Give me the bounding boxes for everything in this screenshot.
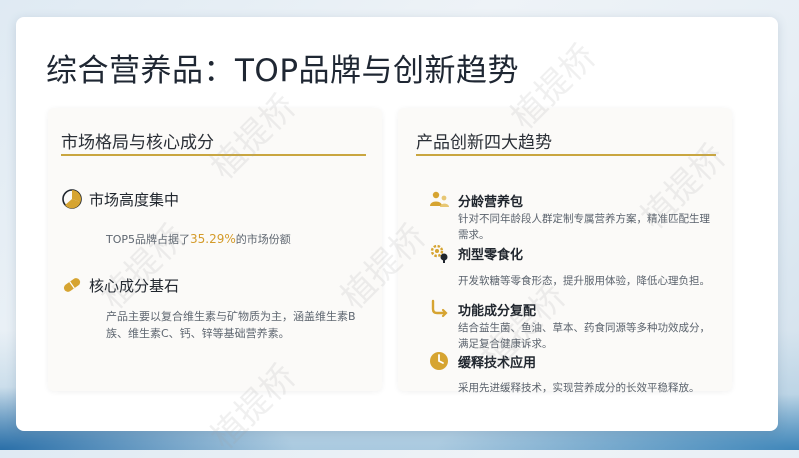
trend-label: 缓释技术应用: [458, 355, 537, 371]
people-icon: [428, 189, 450, 211]
pie-chart-icon: [61, 188, 83, 210]
innovation-card-title: 产品创新四大趋势: [416, 133, 552, 153]
route-icon: [428, 298, 450, 320]
market-concentration-label: 市场高度集中: [89, 190, 180, 209]
core-ingredient-label: 核心成分基石: [89, 276, 180, 295]
market-share-text: TOP5品牌占据了35.29%的市场份额: [106, 231, 291, 248]
market-share-prefix: TOP5品牌占据了: [106, 233, 191, 246]
core-ingredient-heading: 核心成分基石: [61, 274, 179, 296]
market-card: 市场格局与核心成分 市场高度集中 TOP5品牌占据了35.29%的市场份额 核心…: [48, 108, 382, 391]
trend-description: 结合益生菌、鱼油、草本、药食同源等多种功效成分，满足复合健康诉求。: [458, 322, 710, 350]
slide-panel: 综合营养品：TOP品牌与创新趋势 市场格局与核心成分 市场高度集中 TOP5品牌…: [16, 17, 778, 431]
trend-compound-ingredients: 功能成分复配: [428, 298, 536, 320]
trend-description: 采用先进缓释技术，实现营养成分的长效平稳释放。: [458, 382, 700, 394]
trend-age-pack: 分龄营养包: [428, 189, 523, 211]
market-card-title: 市场格局与核心成分: [61, 133, 214, 153]
core-ingredient-text: 产品主要以复合维生素与矿物质为主，涵盖维生素B族、维生素C、钙、锌等基础营养素。: [106, 310, 356, 340]
trend-sustained-release: 缓释技术应用: [428, 350, 536, 372]
card-divider: [416, 154, 716, 156]
market-share-suffix: 的市场份额: [235, 233, 291, 246]
market-share-value: 35.29%: [190, 232, 236, 246]
gear-bulb-icon: [428, 242, 450, 264]
card-divider: [61, 154, 366, 156]
innovation-card: 产品创新四大趋势 分龄营养包 针对不同年龄段人群定制专属营养方案，精准匹配生理需…: [398, 108, 732, 394]
market-concentration-heading: 市场高度集中: [61, 188, 179, 210]
pill-icon: [61, 274, 83, 296]
trend-label: 剂型零食化: [458, 247, 524, 263]
trend-snack-form: 剂型零食化: [428, 242, 523, 264]
trend-label: 分龄营养包: [458, 194, 524, 210]
clock-icon: [428, 350, 450, 372]
page-title: 综合营养品：TOP品牌与创新趋势: [46, 53, 520, 89]
trend-description: 开发软糖等零食形态，提升服用体验，降低心理负担。: [458, 275, 710, 287]
trend-description: 针对不同年龄段人群定制专属营养方案，精准匹配生理需求。: [458, 213, 710, 241]
trend-label: 功能成分复配: [458, 303, 537, 319]
